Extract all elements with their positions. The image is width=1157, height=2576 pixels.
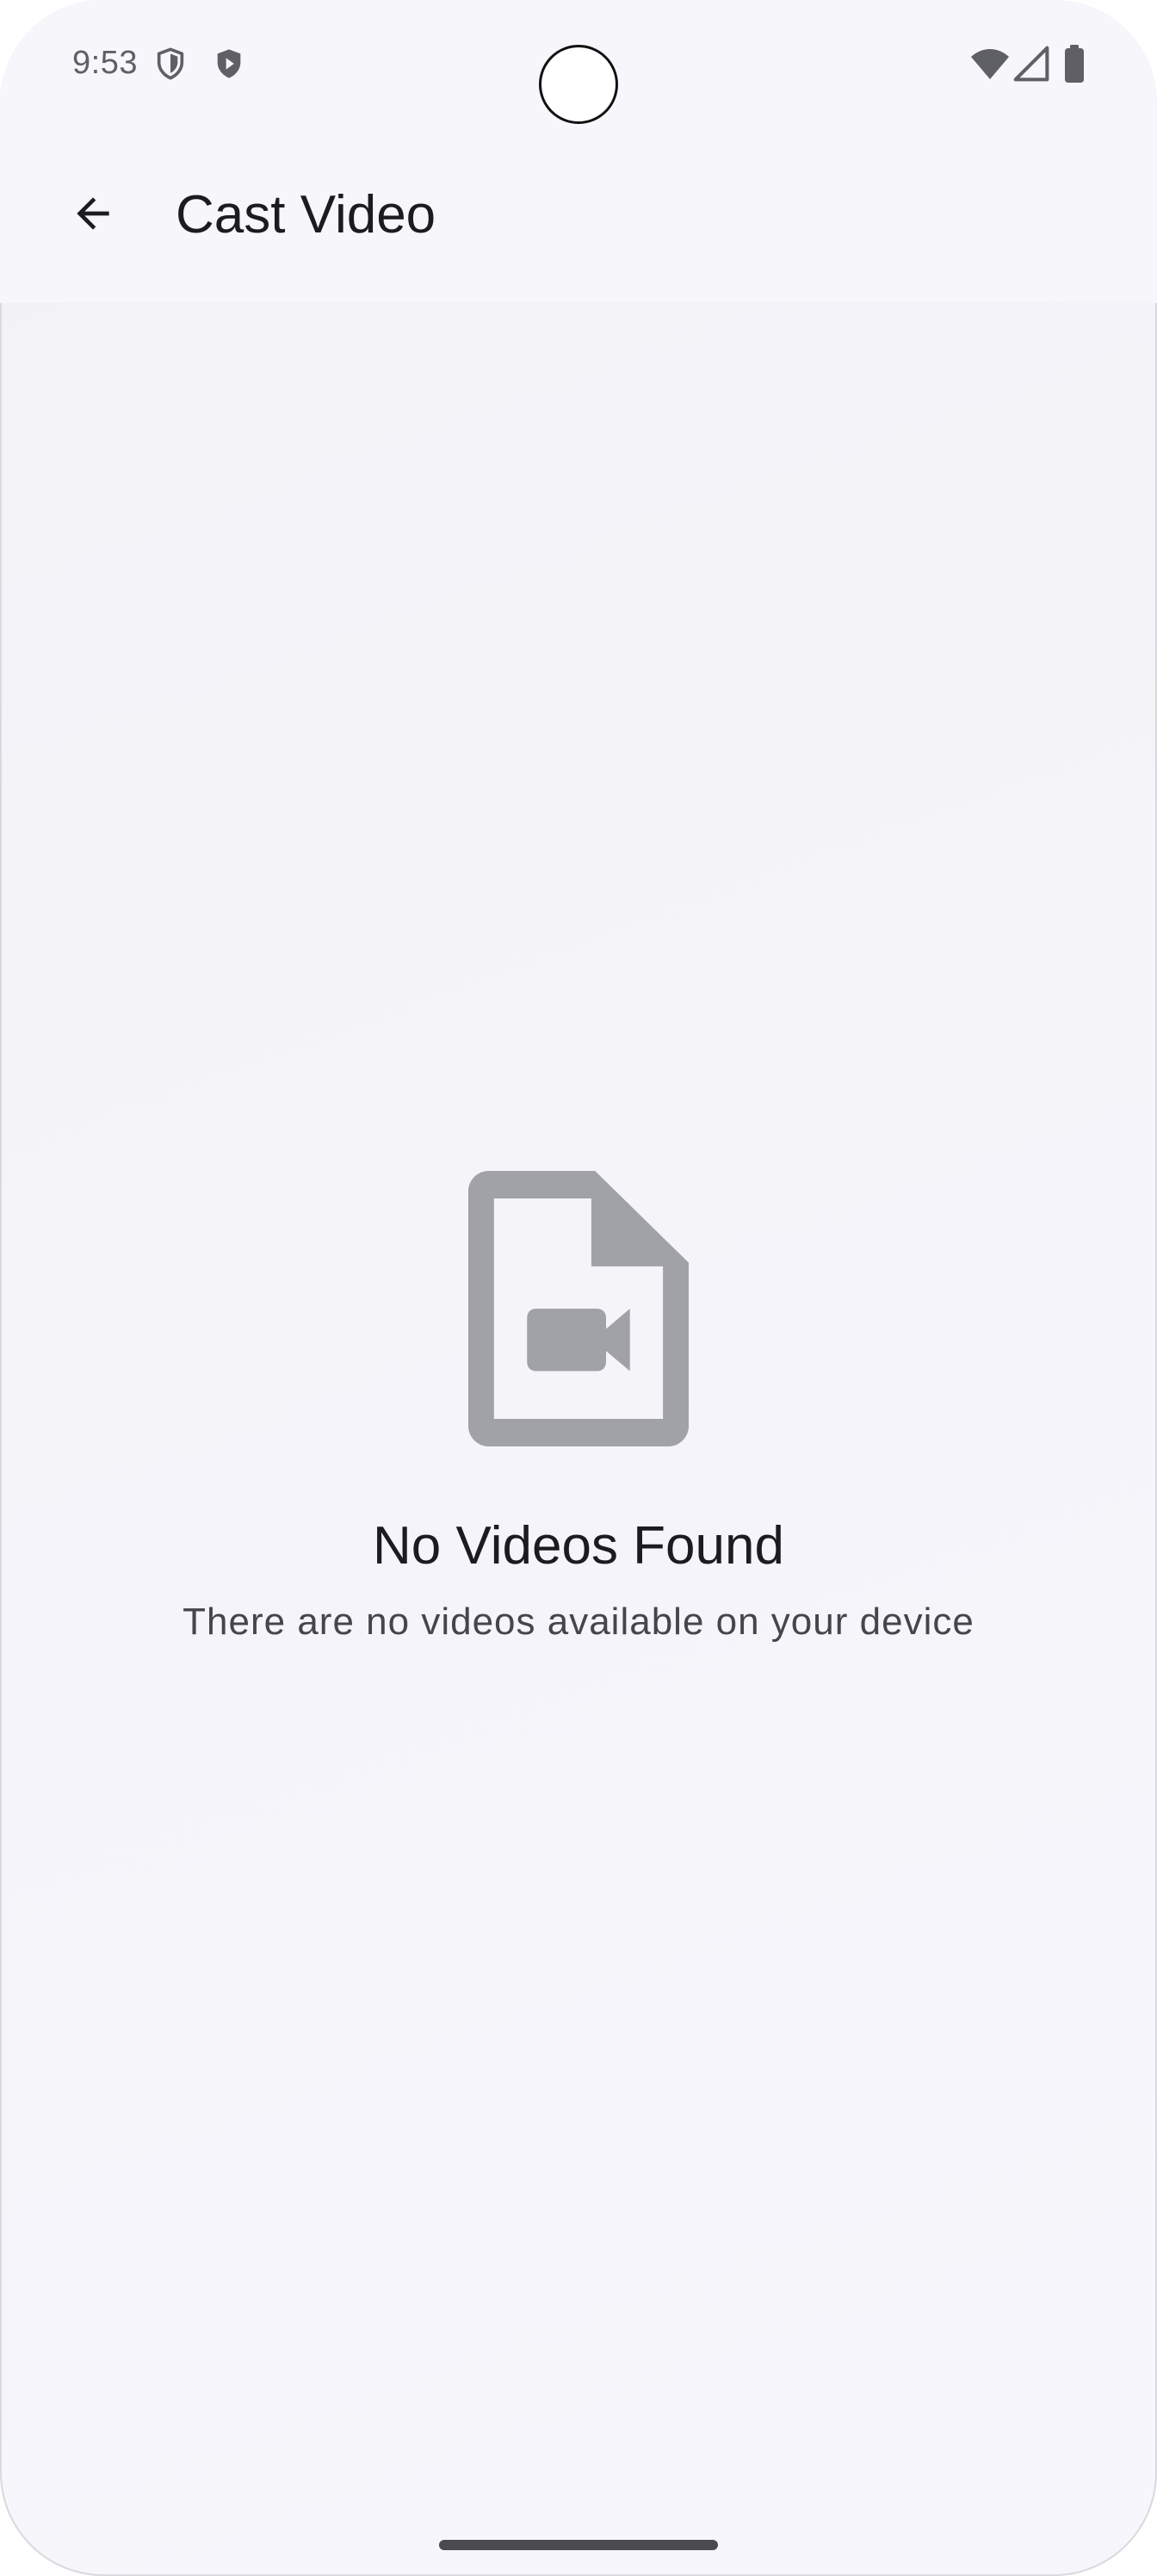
vpn-shield-icon [153, 46, 188, 81]
home-indicator[interactable] [439, 2540, 718, 2550]
empty-state-subtitle: There are no videos available on your de… [183, 1601, 974, 1643]
camera-cutout [539, 45, 618, 124]
status-time: 9:53 [72, 45, 138, 81]
back-button[interactable] [50, 172, 136, 258]
cell-signal-icon [1012, 45, 1050, 83]
page-title: Cast Video [176, 185, 436, 245]
battery-icon [1062, 43, 1086, 84]
play-shield-icon [212, 46, 246, 81]
arrow-back-icon [69, 189, 117, 242]
video-file-icon [468, 1171, 689, 1446]
status-bar: 9:53 [0, 0, 1157, 138]
top-app-bar: Cast Video [0, 138, 1157, 303]
empty-state: No Videos Found There are no videos avai… [0, 1171, 1157, 1644]
device-screen: 9:53 Cast Video No Videos Found There ar… [0, 0, 1157, 2576]
empty-state-title: No Videos Found [373, 1516, 784, 1576]
wifi-icon [969, 43, 1011, 84]
